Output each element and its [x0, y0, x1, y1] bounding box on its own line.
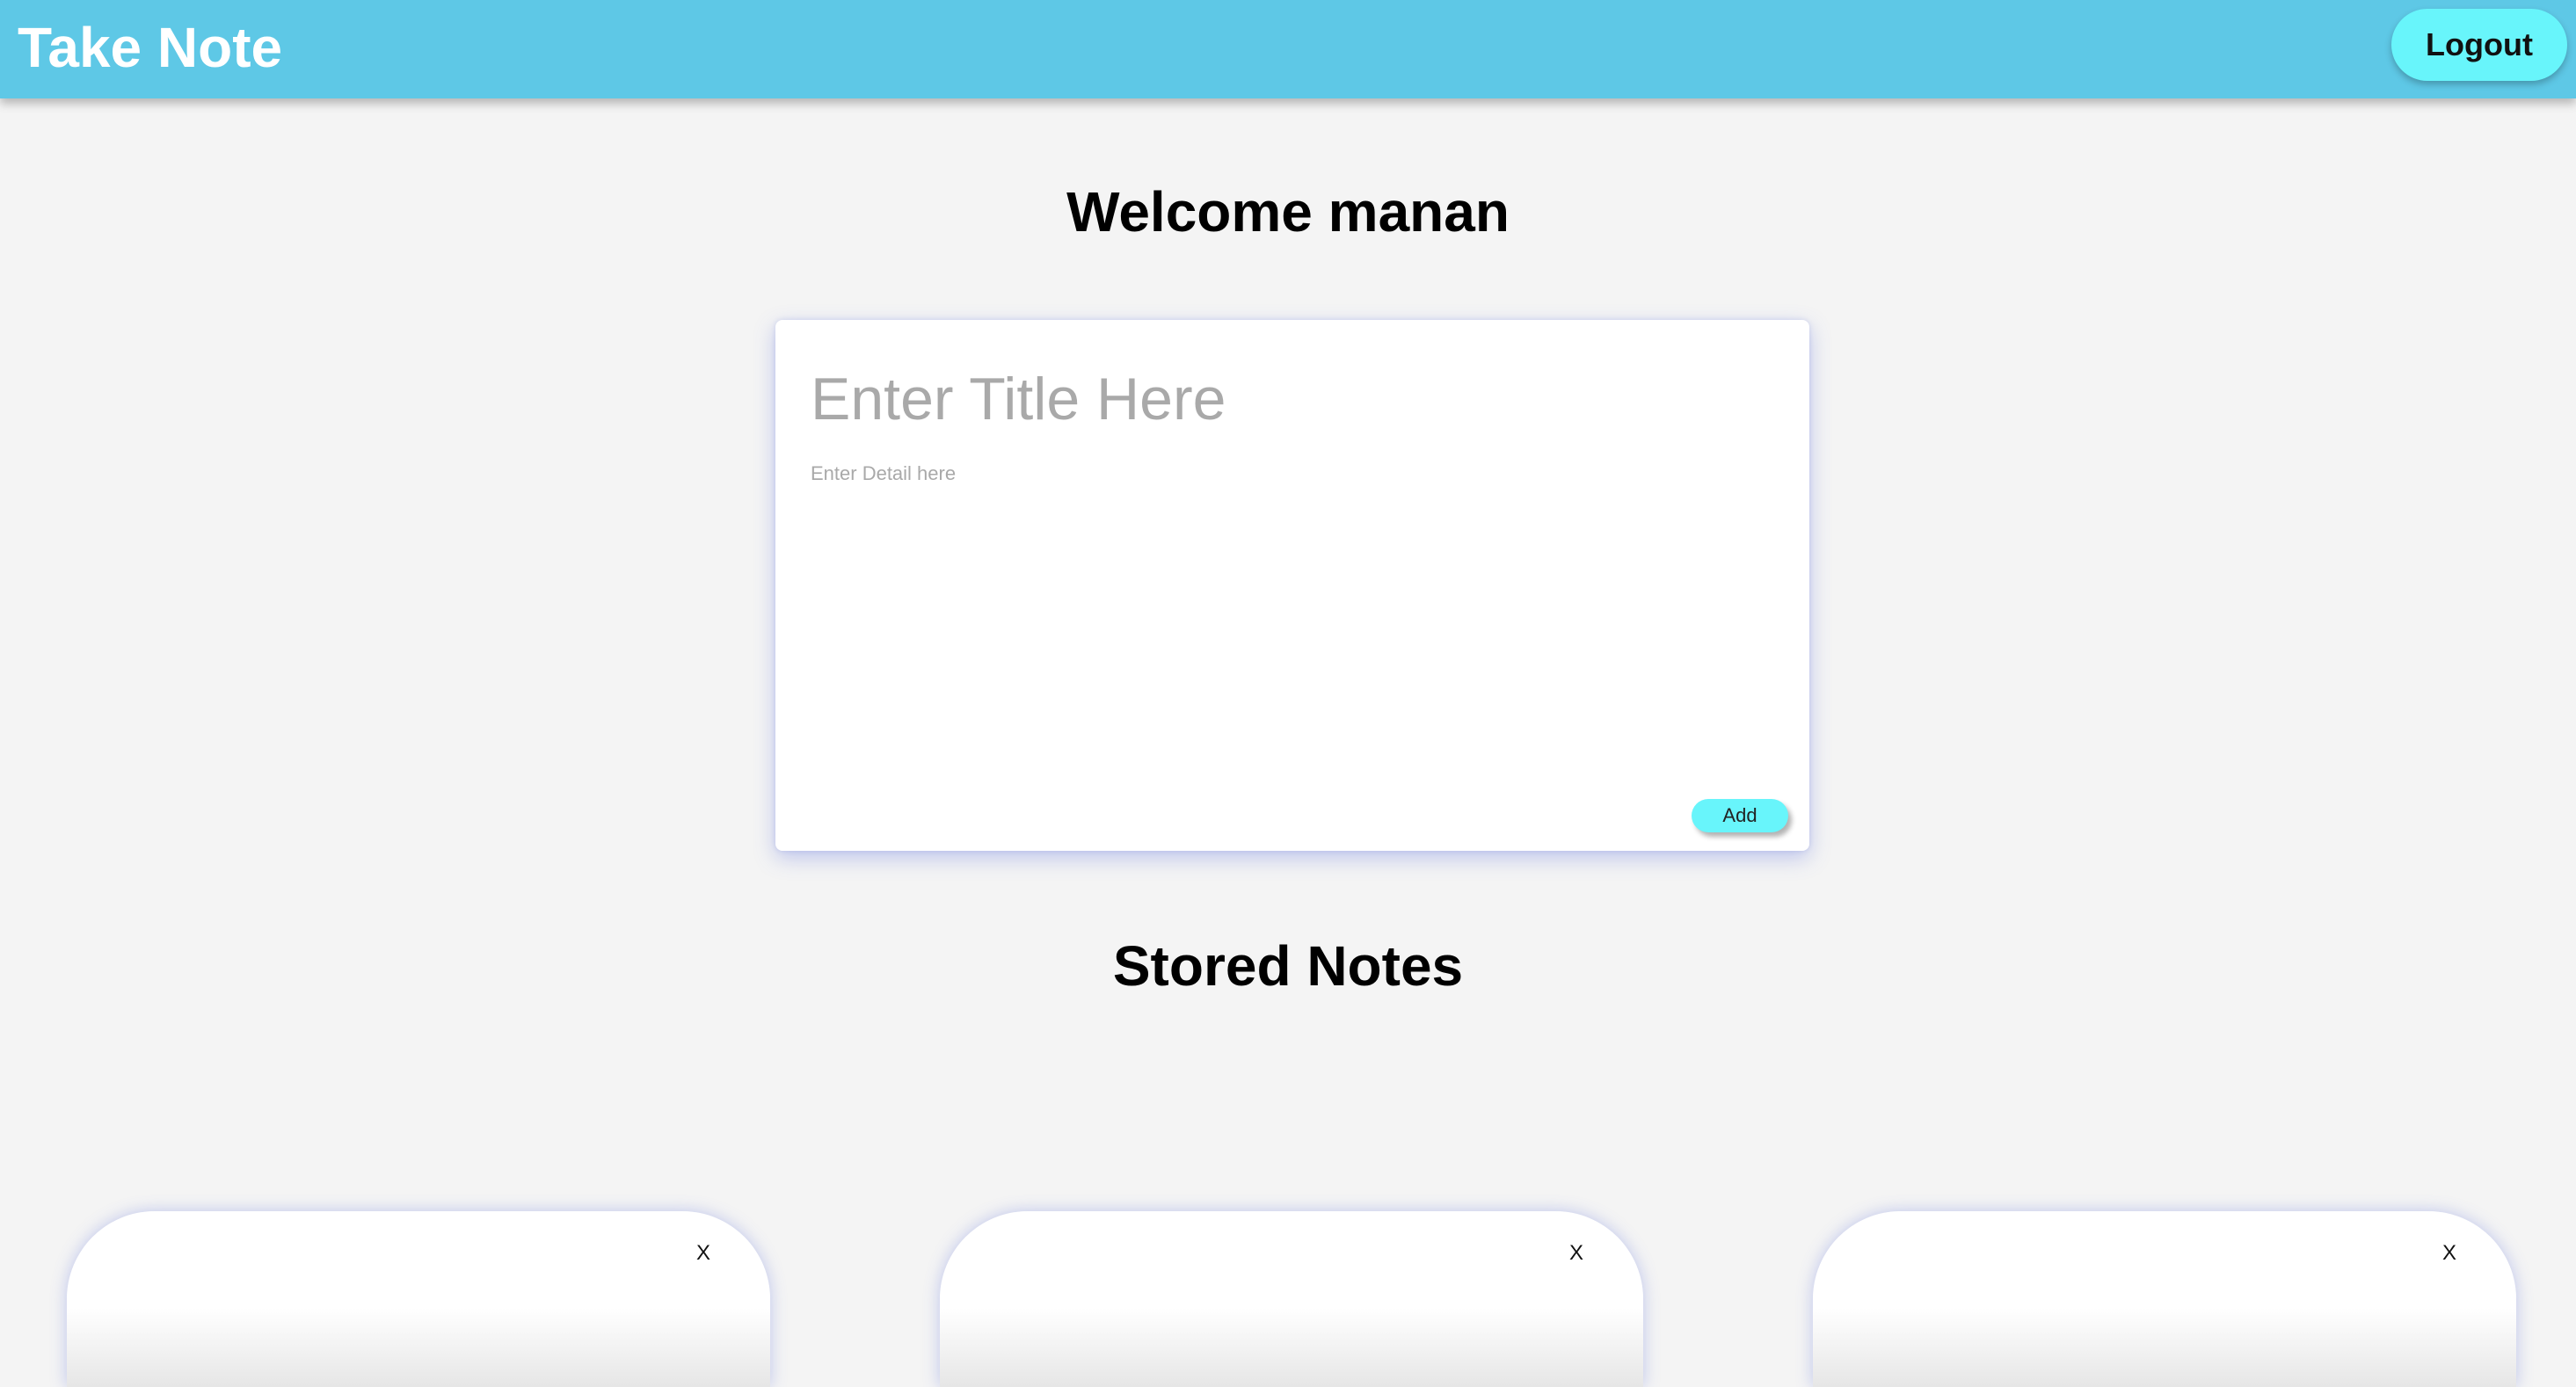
delete-note-button[interactable]: X — [688, 1238, 719, 1269]
note-card: X — [67, 1211, 770, 1387]
note-card: X — [1813, 1211, 2516, 1387]
note-card: X — [940, 1211, 1643, 1387]
logout-button[interactable]: Logout — [2391, 9, 2567, 81]
delete-note-button[interactable]: X — [2434, 1238, 2465, 1269]
detail-input[interactable] — [811, 462, 1769, 752]
welcome-heading: Welcome manan — [1066, 180, 1510, 243]
delete-note-button[interactable]: X — [1561, 1238, 1592, 1269]
brand-title: Take Note — [18, 16, 283, 79]
stored-notes-heading: Stored Notes — [1112, 934, 1464, 998]
note-form: Add — [775, 320, 1809, 851]
navbar: Take Note Logout — [0, 0, 2576, 98]
add-note-button[interactable]: Add — [1692, 799, 1788, 832]
title-input[interactable] — [811, 355, 1769, 443]
